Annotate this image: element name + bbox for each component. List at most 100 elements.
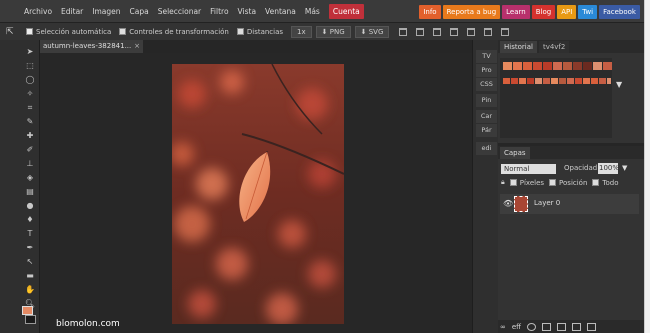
type-tool-icon[interactable]: T (24, 228, 36, 240)
opacity-dropdown-icon[interactable]: ▼ (622, 164, 627, 172)
page-scrollbar[interactable] (644, 0, 650, 333)
background-color-swatch[interactable] (25, 315, 36, 324)
group-folder-icon[interactable] (556, 322, 566, 331)
zoom-button[interactable]: 1x (291, 25, 312, 38)
export-png-button[interactable]: ⬇ PNG (315, 25, 351, 38)
document-canvas-image[interactable] (172, 64, 344, 324)
api-link[interactable]: API (557, 5, 577, 19)
swatch-chip[interactable] (523, 62, 532, 70)
swatch-chip-small[interactable] (535, 78, 542, 84)
blend-mode-select[interactable]: Normal (501, 164, 556, 174)
auto-select-option[interactable]: Selección automática (26, 28, 111, 36)
magic-wand-icon[interactable]: ✧ (24, 88, 36, 100)
align-top-icon[interactable] (450, 27, 459, 36)
menu-imagen[interactable]: Imagen (92, 7, 120, 16)
facebook-link[interactable]: Facebook (599, 5, 640, 19)
mask-icon[interactable] (541, 322, 551, 331)
swatch-chip-small[interactable] (567, 78, 574, 84)
trash-icon[interactable] (586, 322, 596, 331)
align-left-icon[interactable] (399, 27, 408, 36)
dropdown-arrow-icon[interactable]: ▼ (616, 80, 622, 89)
menu-vista[interactable]: Vista (238, 7, 257, 16)
swatch-chip-small[interactable] (575, 78, 582, 84)
mini-panel-par[interactable]: Pár (476, 124, 497, 137)
distances-option[interactable]: Distancias (236, 28, 283, 36)
hand-tool-icon[interactable]: ✋ (24, 284, 36, 296)
lock-position-checkbox[interactable] (549, 179, 557, 186)
move-tool-icon[interactable]: ➤ (24, 46, 36, 58)
auto-select-checkbox[interactable] (26, 28, 33, 35)
history-tab[interactable]: Historial (500, 41, 537, 53)
crop-tool-icon[interactable]: ⌗ (24, 102, 36, 114)
close-tab-icon[interactable]: × (134, 40, 140, 53)
foreground-color-swatch[interactable] (22, 306, 33, 315)
menu-seleccionar[interactable]: Seleccionar (158, 7, 201, 16)
swatch-chip-small[interactable] (583, 78, 590, 84)
healing-brush-icon[interactable]: ✚ (24, 130, 36, 142)
new-layer-icon[interactable] (571, 322, 581, 331)
mini-panel-css[interactable]: CSS (476, 78, 497, 91)
layers-tab[interactable]: Capas (500, 147, 530, 159)
gradient-tool-icon[interactable]: ▤ (24, 186, 36, 198)
layer-name[interactable]: Layer 0 (534, 199, 560, 207)
learn-link[interactable]: Learn (502, 5, 530, 19)
document-tab[interactable]: autumn-leaves-382841... × (40, 40, 143, 53)
swatch-chip[interactable] (583, 62, 592, 70)
swatch-chip-small[interactable] (511, 78, 518, 84)
export-svg-button[interactable]: ⬇ SVG (354, 25, 390, 38)
mini-panel-edi[interactable]: edi (476, 142, 497, 155)
transform-controls-checkbox[interactable] (119, 28, 127, 35)
transform-controls-option[interactable]: Controles de transformación (119, 28, 229, 36)
swatch-chip[interactable] (513, 62, 522, 70)
distribute-icon[interactable] (501, 27, 510, 36)
align-middle-icon[interactable] (467, 27, 476, 36)
lasso-tool-icon[interactable]: ◯ (24, 74, 36, 86)
blog-link[interactable]: Blog (531, 5, 556, 19)
swatch-chip-small[interactable] (543, 78, 550, 84)
swatch-chip-small[interactable] (599, 78, 606, 84)
swatch-chip[interactable] (573, 62, 582, 70)
swatch-chip[interactable] (563, 62, 572, 70)
mini-panel-pro[interactable]: Pro (476, 64, 497, 77)
mini-panel-tv[interactable]: TV (476, 50, 497, 63)
swatch-chip[interactable] (543, 62, 552, 70)
swatch-chip[interactable] (593, 62, 602, 70)
align-right-icon[interactable] (433, 27, 442, 36)
brush-tool-icon[interactable]: ✐ (24, 144, 36, 156)
twitter-link[interactable]: Twi (578, 5, 598, 19)
opacity-input[interactable]: 100% (598, 163, 619, 174)
menu-filtro[interactable]: Filtro (210, 7, 228, 16)
swatch-chip[interactable] (533, 62, 542, 70)
menu-mas[interactable]: Más (305, 7, 320, 16)
swatch-chip[interactable] (603, 62, 612, 70)
eye-icon[interactable]: 👁︎ (503, 199, 513, 208)
swatch-chip-small[interactable] (527, 78, 534, 84)
adjustment-icon[interactable] (526, 322, 536, 331)
clone-stamp-icon[interactable]: ⊥ (24, 158, 36, 170)
align-bottom-icon[interactable] (484, 27, 493, 36)
menu-editar[interactable]: Editar (61, 7, 83, 16)
lock-all-checkbox[interactable] (592, 179, 600, 186)
info-link[interactable]: Info (419, 5, 441, 19)
distances-checkbox[interactable] (236, 28, 244, 35)
swatch-chip-small[interactable] (607, 78, 611, 84)
swatch-chip[interactable] (553, 62, 562, 70)
swatch-chip-small[interactable] (503, 78, 510, 84)
account-button[interactable]: Cuenta (328, 3, 364, 19)
blur-tool-icon[interactable]: ● (24, 200, 36, 212)
link-icon[interactable]: ∞ (500, 323, 506, 331)
mini-panel-car[interactable]: Car (476, 110, 497, 123)
swatch-chip-small[interactable] (551, 78, 558, 84)
menu-capa[interactable]: Capa (130, 7, 149, 16)
dodge-tool-icon[interactable]: ♦ (24, 214, 36, 226)
lock-pixels-checkbox[interactable] (509, 179, 517, 186)
pen-tool-icon[interactable]: ✒ (24, 242, 36, 254)
eraser-tool-icon[interactable]: ◈ (24, 172, 36, 184)
menu-ventana[interactable]: Ventana (265, 7, 296, 16)
shape-tool-icon[interactable]: ▬ (24, 270, 36, 282)
eyedropper-icon[interactable]: ✎ (24, 116, 36, 128)
fx-icon[interactable]: eff (512, 323, 521, 331)
swatch-tab[interactable]: tv4vf2 (538, 41, 570, 53)
mini-panel-pin[interactable]: Pin (476, 94, 497, 107)
report-bug-link[interactable]: Reporta a bug (442, 5, 501, 19)
